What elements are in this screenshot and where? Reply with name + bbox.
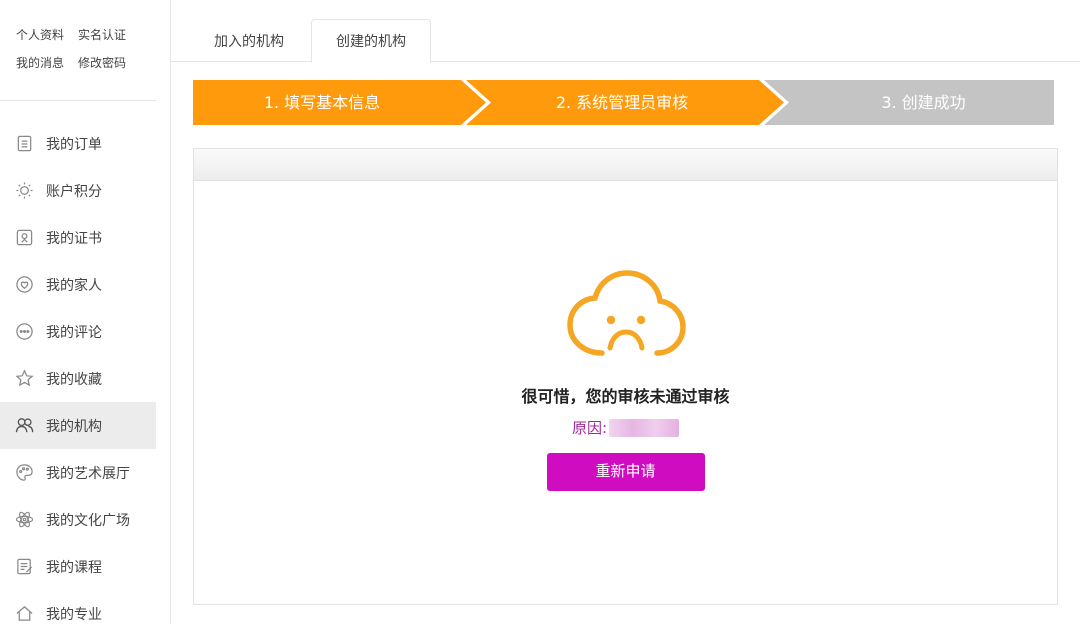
step-1-label: 1. 填写基本信息 <box>263 93 381 112</box>
sidebar-item-gallery[interactable]: 我的艺术展厅 <box>0 449 156 496</box>
people-icon <box>14 416 34 436</box>
sidebar-item-label: 我的课程 <box>46 559 102 576</box>
sidebar-item-label: 我的订单 <box>46 136 102 153</box>
certificate-icon <box>14 228 34 248</box>
account-quick-links: 个人资料 实名认证 我的消息 修改密码 <box>16 22 146 78</box>
real-name-verify-link[interactable]: 实名认证 <box>78 22 126 50</box>
home-icon <box>14 604 34 624</box>
reapply-button[interactable]: 重新申请 <box>546 453 705 491</box>
sidebar-right-border <box>170 0 171 624</box>
sidebar-item-label: 我的文化广场 <box>46 512 130 529</box>
sidebar-item-culture-square[interactable]: 我的文化广场 <box>0 496 156 543</box>
review-failed-message: 很可惜，您的审核未通过审核 <box>521 387 730 406</box>
order-list-icon <box>14 134 34 154</box>
tab-created-institutions[interactable]: 创建的机构 <box>311 19 431 63</box>
sidebar-item-label: 我的艺术展厅 <box>46 465 130 482</box>
sidebar-item-label: 我的收藏 <box>46 371 102 388</box>
atom-icon <box>14 510 34 530</box>
messages-link[interactable]: 我的消息 <box>16 50 64 78</box>
institution-tabs: 加入的机构 创建的机构 <box>171 0 1080 63</box>
heart-icon <box>14 275 34 295</box>
change-password-link[interactable]: 修改密码 <box>78 50 126 78</box>
sidebar-item-comments[interactable]: 我的评论 <box>0 308 156 355</box>
sidebar-item-certificates[interactable]: 我的证书 <box>0 214 156 261</box>
course-icon <box>14 557 34 577</box>
reason-label: 原因: <box>571 419 608 437</box>
reason-redacted <box>609 418 680 437</box>
sidebar-item-orders[interactable]: 我的订单 <box>0 120 156 167</box>
sidebar-item-major[interactable]: 我的专业 <box>0 590 156 624</box>
sidebar-item-label: 我的证书 <box>46 230 102 247</box>
sidebar-item-label: 我的评论 <box>46 324 102 341</box>
lightbulb-icon <box>14 181 34 201</box>
sidebar-divider <box>0 100 156 101</box>
step-2-label: 2. 系统管理员审核 <box>555 93 689 112</box>
comment-icon <box>14 322 34 342</box>
profile-link[interactable]: 个人资料 <box>16 22 64 50</box>
sidebar-item-label: 我的家人 <box>46 277 102 294</box>
sidebar-item-courses[interactable]: 我的课程 <box>0 543 156 590</box>
sidebar-item-family[interactable]: 我的家人 <box>0 261 156 308</box>
panel-header <box>194 149 1057 181</box>
tab-joined-institutions[interactable]: 加入的机构 <box>189 19 309 62</box>
sidebar-item-points[interactable]: 账户积分 <box>0 167 156 214</box>
step-3-label: 3. 创建成功 <box>881 93 966 112</box>
sidebar-item-favorites[interactable]: 我的收藏 <box>0 355 156 402</box>
sidebar-item-label: 我的专业 <box>46 606 102 623</box>
star-icon <box>14 369 34 389</box>
rejection-reason: 原因: <box>194 417 1057 438</box>
sad-cloud-icon <box>566 270 686 356</box>
sidebar: 个人资料 实名认证 我的消息 修改密码 我的订单 账户积分 我的证书 我的家人 … <box>0 0 156 624</box>
sidebar-item-institutions[interactable]: 我的机构 <box>0 402 156 449</box>
progress-steps: 1. 填写基本信息 2. 系统管理员审核 3. 创建成功 <box>193 80 1054 125</box>
review-result: 很可惜，您的审核未通过审核 原因: 重新申请 <box>194 269 1057 491</box>
result-panel: 很可惜，您的审核未通过审核 原因: 重新申请 <box>193 148 1058 605</box>
sidebar-item-label: 账户积分 <box>46 183 102 200</box>
sidebar-item-label: 我的机构 <box>46 418 102 435</box>
palette-icon <box>14 463 34 483</box>
sidebar-menu: 我的订单 账户积分 我的证书 我的家人 我的评论 我的收藏 我的机构 我的艺术展… <box>0 120 156 624</box>
